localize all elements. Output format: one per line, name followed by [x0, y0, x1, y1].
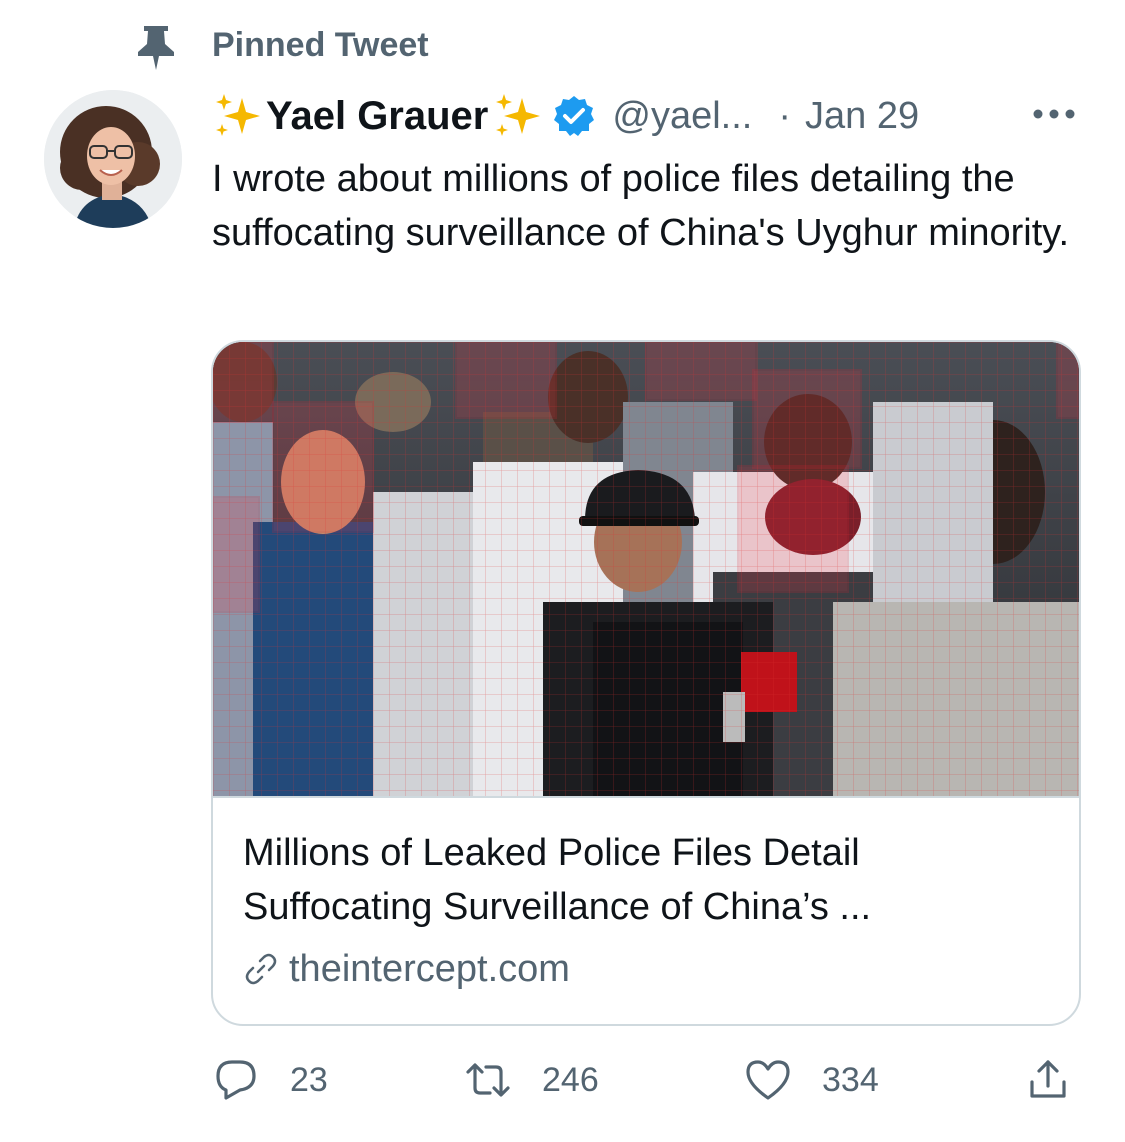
reply-icon — [216, 1060, 256, 1100]
avatar[interactable] — [44, 90, 182, 228]
reply-count: 23 — [290, 1060, 328, 1099]
share-icon — [1030, 1060, 1066, 1098]
author-name[interactable]: Yael Grauer — [266, 94, 488, 139]
card-image[interactable] — [213, 342, 1079, 798]
share-button[interactable] — [1024, 1050, 1072, 1110]
like-count: 334 — [822, 1060, 879, 1099]
card-domain[interactable]: theintercept.com — [243, 946, 570, 992]
pinned-indicator — [134, 22, 178, 74]
card-title[interactable]: Millions of Leaked Police Files Detail S… — [243, 826, 1053, 934]
pin-icon — [138, 26, 174, 70]
separator-dot: · — [778, 94, 791, 137]
heart-icon — [746, 1060, 790, 1100]
tweet-text: I wrote about millions of police files d… — [212, 158, 1070, 254]
pinned-label: Pinned Tweet — [212, 26, 429, 64]
sparkles-icon — [496, 94, 541, 136]
link-icon — [245, 953, 277, 985]
retweet-button[interactable]: 246 — [464, 1050, 599, 1110]
like-button[interactable]: 334 — [744, 1050, 879, 1110]
retweet-count: 246 — [542, 1060, 599, 1099]
author-handle[interactable]: @yael... — [612, 95, 752, 138]
reply-button[interactable]: 23 — [212, 1050, 328, 1110]
more-options-icon[interactable] — [1030, 106, 1078, 122]
verified-badge-icon — [554, 96, 595, 136]
tweet-actions: 23 246 334 — [212, 1050, 1082, 1110]
retweet-icon — [466, 1063, 510, 1097]
link-card[interactable]: Millions of Leaked Police Files Detail S… — [211, 340, 1081, 1026]
tweet-header: Yael Grauer @yael... · Jan 29 — [212, 88, 1092, 144]
card-domain-text: theintercept.com — [289, 947, 570, 990]
sparkles-icon — [216, 94, 260, 136]
tweet-date[interactable]: Jan 29 — [805, 95, 919, 138]
